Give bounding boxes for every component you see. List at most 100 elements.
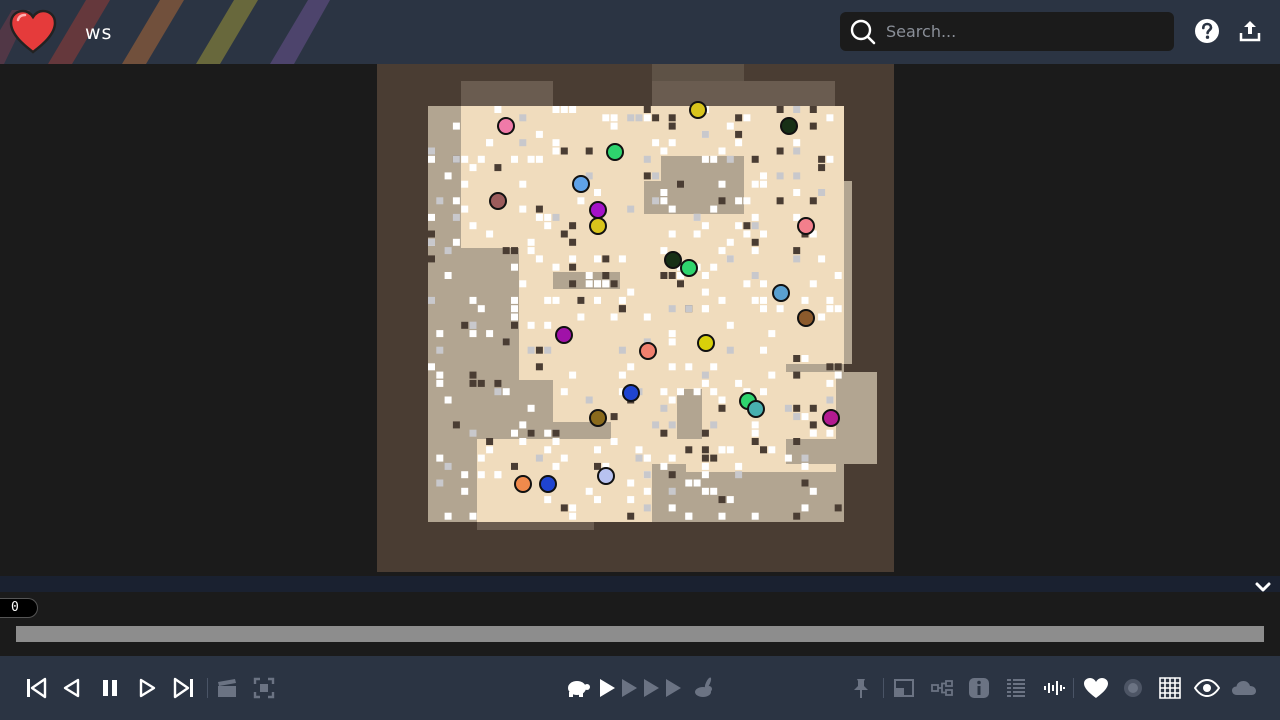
speed-1-button[interactable]: [597, 676, 617, 700]
console-button[interactable]: [1005, 676, 1027, 700]
white-pebble: [436, 371, 444, 379]
pause-button[interactable]: [99, 676, 121, 700]
record-button[interactable]: [216, 676, 238, 700]
white-pebble: [535, 255, 543, 263]
dark-pebble: [652, 114, 660, 122]
info-button[interactable]: [967, 676, 991, 700]
agent-dot[interactable]: [780, 117, 798, 135]
agent-dot[interactable]: [680, 259, 698, 277]
screenshot-button[interactable]: [892, 676, 916, 700]
panel-divider[interactable]: [0, 576, 1280, 592]
pin-button[interactable]: [850, 676, 872, 700]
cloud-button[interactable]: [1231, 676, 1257, 700]
agent-dot[interactable]: [514, 475, 532, 493]
dark-pebble: [743, 222, 751, 230]
sand-floor: [553, 248, 611, 273]
simulation-viewport[interactable]: [0, 64, 1280, 576]
white-pebble: [627, 288, 635, 296]
dark-pebble: [552, 429, 560, 437]
grid-button[interactable]: [1158, 676, 1182, 700]
white-pebble: [826, 379, 834, 387]
agent-dot[interactable]: [497, 117, 515, 135]
dark-pebble: [494, 379, 502, 387]
step-forward-button[interactable]: [137, 676, 159, 700]
picture-in-picture-icon: [894, 679, 914, 697]
white-pebble: [569, 106, 577, 113]
dark-pebble: [776, 147, 784, 155]
sound-button[interactable]: [1042, 676, 1066, 700]
first-frame-button[interactable]: [24, 676, 48, 700]
white-pebble: [461, 180, 469, 188]
grey-pebble: [436, 346, 444, 354]
agent-dot[interactable]: [572, 175, 590, 193]
timeline-scrubber[interactable]: [16, 626, 1264, 642]
agent-dot[interactable]: [622, 384, 640, 402]
dark-pebble: [452, 421, 460, 429]
world-map[interactable]: [377, 64, 894, 572]
agent-dot[interactable]: [606, 143, 624, 161]
dark-pebble: [577, 296, 585, 304]
white-pebble: [668, 504, 676, 512]
white-pebble: [519, 438, 527, 445]
fullscreen-button[interactable]: [253, 676, 275, 700]
share-upload-icon[interactable]: [1238, 19, 1262, 43]
dark-pebble: [610, 280, 618, 288]
visibility-button[interactable]: [1194, 676, 1220, 700]
grey-pebble: [751, 222, 759, 230]
white-pebble: [519, 205, 527, 213]
agent-dot[interactable]: [589, 217, 607, 235]
search-box[interactable]: [840, 12, 1174, 51]
agent-dot[interactable]: [697, 334, 715, 352]
agent-dot[interactable]: [689, 101, 707, 119]
speed-fast-button[interactable]: [691, 676, 715, 700]
agent-dot[interactable]: [589, 201, 607, 219]
white-pebble: [544, 496, 552, 504]
agent-dot[interactable]: [747, 400, 765, 418]
white-pebble: [444, 396, 452, 404]
dark-pebble: [760, 446, 767, 454]
dark-pebble: [668, 471, 676, 479]
agent-dot[interactable]: [772, 284, 790, 302]
dark-pebble: [834, 504, 842, 512]
agent-dot[interactable]: [489, 192, 507, 210]
white-pebble: [826, 296, 834, 304]
dark-pebble: [527, 429, 535, 437]
search-input[interactable]: [886, 18, 1166, 45]
agent-dot[interactable]: [822, 409, 840, 427]
agent-dot[interactable]: [639, 342, 657, 360]
fullscreen-icon: [253, 677, 275, 699]
step-back-button[interactable]: [60, 676, 82, 700]
agent-dot[interactable]: [589, 409, 607, 427]
dark-pebble: [701, 454, 709, 462]
white-pebble: [751, 512, 759, 520]
grey-pebble: [793, 106, 801, 113]
white-pebble: [527, 155, 535, 163]
speed-slow-button[interactable]: [565, 676, 591, 700]
speed-4-button[interactable]: [663, 676, 683, 700]
agent-dot[interactable]: [797, 217, 815, 235]
tree-view-button[interactable]: [930, 676, 954, 700]
grey-pebble: [652, 197, 660, 205]
speed-2-button[interactable]: [619, 676, 639, 700]
last-frame-button[interactable]: [172, 676, 196, 700]
help-icon[interactable]: [1194, 18, 1220, 44]
white-pebble: [668, 230, 676, 238]
speed-3-button[interactable]: [641, 676, 661, 700]
dark-pebble: [834, 363, 842, 371]
speed-play-icon: [600, 679, 615, 697]
agent-dot[interactable]: [539, 475, 557, 493]
grey-pebble: [428, 296, 435, 304]
toolbar-separator: [207, 678, 208, 698]
dark-pebble: [793, 355, 801, 362]
agent-dot[interactable]: [597, 467, 615, 485]
agent-dot[interactable]: [797, 309, 815, 327]
heart-logo-icon[interactable]: [8, 8, 58, 56]
dark-pebble: [718, 197, 726, 205]
favorite-button[interactable]: [1083, 676, 1109, 700]
grey-pebble: [552, 213, 560, 221]
blur-button[interactable]: [1122, 676, 1144, 700]
grey-pebble: [776, 172, 784, 180]
agent-dot[interactable]: [555, 326, 573, 344]
white-pebble: [461, 487, 469, 495]
agent-dot[interactable]: [664, 251, 682, 269]
